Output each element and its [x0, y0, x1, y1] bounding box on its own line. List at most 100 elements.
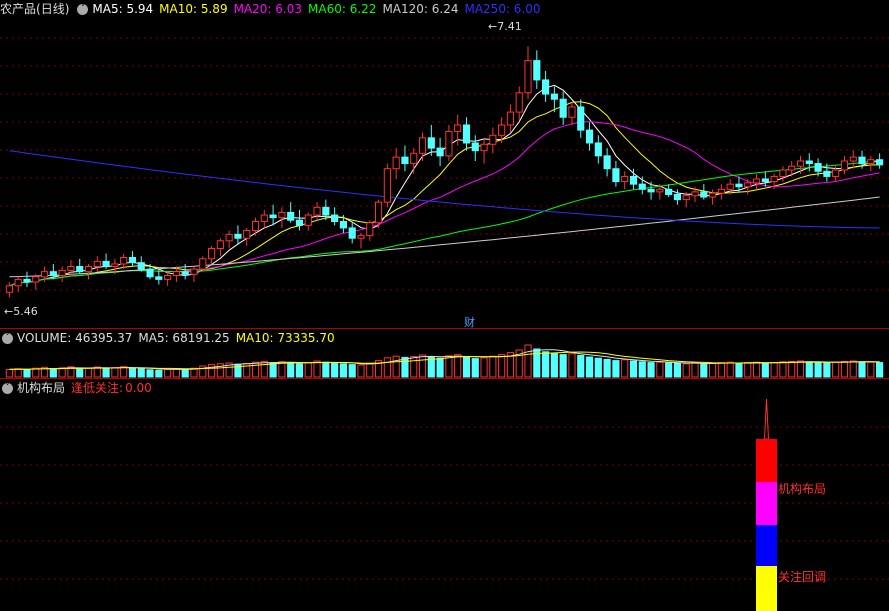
volume-bar: [876, 362, 884, 378]
candle: [207, 245, 216, 264]
volume-bar: [559, 354, 567, 378]
candle-body: [770, 175, 778, 183]
volume-bar: [251, 361, 260, 378]
high-price-value: 7.41: [497, 20, 522, 33]
volume-bar: [770, 362, 778, 378]
candle: [700, 184, 708, 200]
candle-body: [120, 257, 128, 265]
indicator-chart[interactable]: [0, 379, 889, 611]
stock-name: 农产品: [0, 2, 37, 16]
ma-legend-2: MA20: 6.03: [233, 2, 303, 16]
candle-body: [717, 188, 725, 194]
collapse-icon[interactable]: ˅: [2, 383, 13, 394]
candle-body: [313, 206, 321, 216]
indicator-title: 机构布局: [17, 381, 66, 395]
candle-body: [454, 124, 462, 132]
price-legend: 农产品(日线) ˅ MA5: 5.94 MA10: 5.89 MA20: 6.03 MA6…: [0, 0, 553, 18]
candle: [559, 91, 567, 125]
volume-bar: [102, 367, 110, 378]
volume-bar: [805, 361, 813, 378]
indicator-legend-value: 0.00: [125, 381, 152, 395]
volume-bar: [542, 351, 550, 378]
candle-body: [638, 183, 646, 190]
candle-body: [691, 191, 699, 197]
volume-bar: [146, 369, 154, 378]
candle: [612, 160, 620, 187]
candle-body: [629, 175, 638, 185]
candle: [401, 145, 409, 172]
ma-legend-0: MA5: 5.94: [92, 2, 154, 16]
volume-bar: [410, 356, 418, 378]
candle-body: [559, 98, 567, 118]
candle-body: [805, 160, 813, 165]
candle: [243, 227, 251, 246]
candle: [849, 150, 857, 169]
candle: [506, 104, 515, 133]
candle-body: [832, 169, 840, 177]
price-chart[interactable]: [0, 0, 889, 328]
ma-legend-5: MA250: 6.00: [464, 2, 541, 16]
candle-body: [876, 159, 884, 166]
candle-body: [744, 182, 752, 188]
volume-bar: [471, 358, 479, 378]
candle: [313, 202, 321, 221]
indicator-label-lower: 关注回调: [778, 570, 827, 584]
candle-body: [735, 183, 743, 188]
candle-body: [392, 156, 400, 170]
volume-bar: [436, 357, 444, 378]
candle: [366, 220, 374, 241]
candle-body: [410, 152, 418, 165]
indicator-legend: ˅ 机构布局 逢低关注: 0.00: [0, 379, 158, 397]
candle: [128, 251, 137, 267]
volume-bar: [673, 362, 682, 378]
candle: [594, 135, 602, 164]
volume-bar: [207, 364, 216, 378]
volume-bar: [84, 367, 93, 378]
collapse-icon[interactable]: ˅: [77, 4, 89, 15]
volume-bar: [638, 361, 646, 378]
candle: [471, 135, 479, 161]
volume-bar: [823, 362, 831, 378]
candle-body: [67, 266, 75, 271]
candle-body: [269, 214, 277, 219]
volume-bar: [796, 360, 805, 378]
volume-bar: [735, 362, 743, 378]
candle-body: [374, 201, 383, 224]
collapse-icon[interactable]: ˅: [2, 333, 13, 344]
candle: [445, 124, 453, 161]
candle-body: [49, 271, 57, 277]
volume-bar: [761, 362, 769, 378]
volume-bar: [779, 361, 787, 378]
low-price-value: 5.46: [13, 305, 38, 318]
candle-body: [295, 219, 304, 226]
candle-body: [243, 229, 251, 239]
candle-body: [32, 276, 40, 283]
candle: [23, 271, 31, 288]
candle: [418, 132, 427, 161]
candle-body: [796, 160, 805, 167]
volume-bar: [392, 355, 400, 378]
volume-bar: [454, 354, 462, 378]
candle-body: [726, 183, 734, 190]
candle: [32, 274, 40, 290]
volume-bar: [726, 361, 734, 378]
candle-body: [788, 165, 796, 171]
candle: [533, 50, 541, 89]
candle-body: [647, 188, 655, 193]
candle: [524, 46, 532, 100]
volume-bar: [656, 361, 664, 378]
candle-body: [436, 147, 444, 157]
candle-body: [533, 60, 541, 81]
candle-body: [568, 106, 576, 118]
volume-bar: [717, 362, 725, 378]
candle-body: [5, 285, 13, 293]
candle-body: [251, 220, 260, 231]
volume-bar: [164, 368, 172, 378]
candle-body: [383, 168, 391, 203]
candle: [542, 70, 550, 102]
ma-legend-4: MA120: 6.24: [382, 2, 459, 16]
volume-bar: [401, 356, 409, 378]
candle-body: [234, 233, 242, 239]
candle-body: [709, 192, 717, 198]
candle-body: [348, 227, 356, 239]
